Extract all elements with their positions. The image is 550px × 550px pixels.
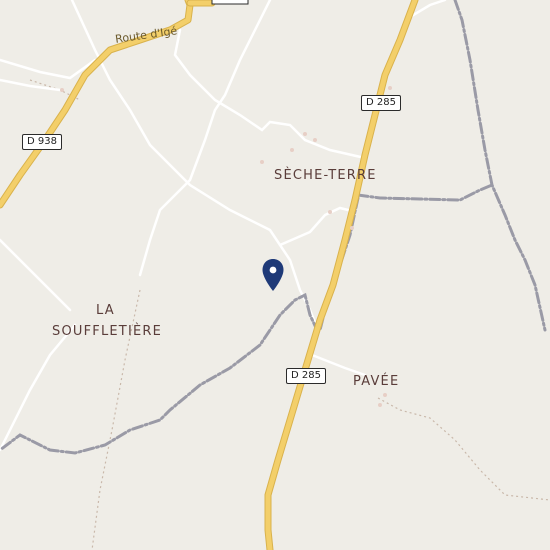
- boundary-lines: [0, 0, 547, 455]
- road-badge-d938: D 938: [22, 134, 62, 150]
- place-label-la: LA: [96, 303, 115, 318]
- top-road-badge-partial: [211, 0, 249, 5]
- place-label-seche-terre: SÈCHE-TERRE: [274, 168, 377, 183]
- place-label-soufflétiere: SOUFFLETIÈRE: [52, 324, 163, 339]
- road-badge-d285: D 285: [361, 95, 401, 111]
- map-pin-icon[interactable]: [261, 258, 285, 292]
- major-road-d285: [264, 0, 419, 550]
- road-label-route-dige: Route d'Igé: [114, 24, 178, 46]
- map-canvas[interactable]: Route d'Igé D 285 D 938 D 285 SÈCHE-TERR…: [0, 0, 550, 550]
- road-badge-d285-lower: D 285: [286, 368, 326, 384]
- place-label-pavee: PAVÉE: [353, 374, 400, 389]
